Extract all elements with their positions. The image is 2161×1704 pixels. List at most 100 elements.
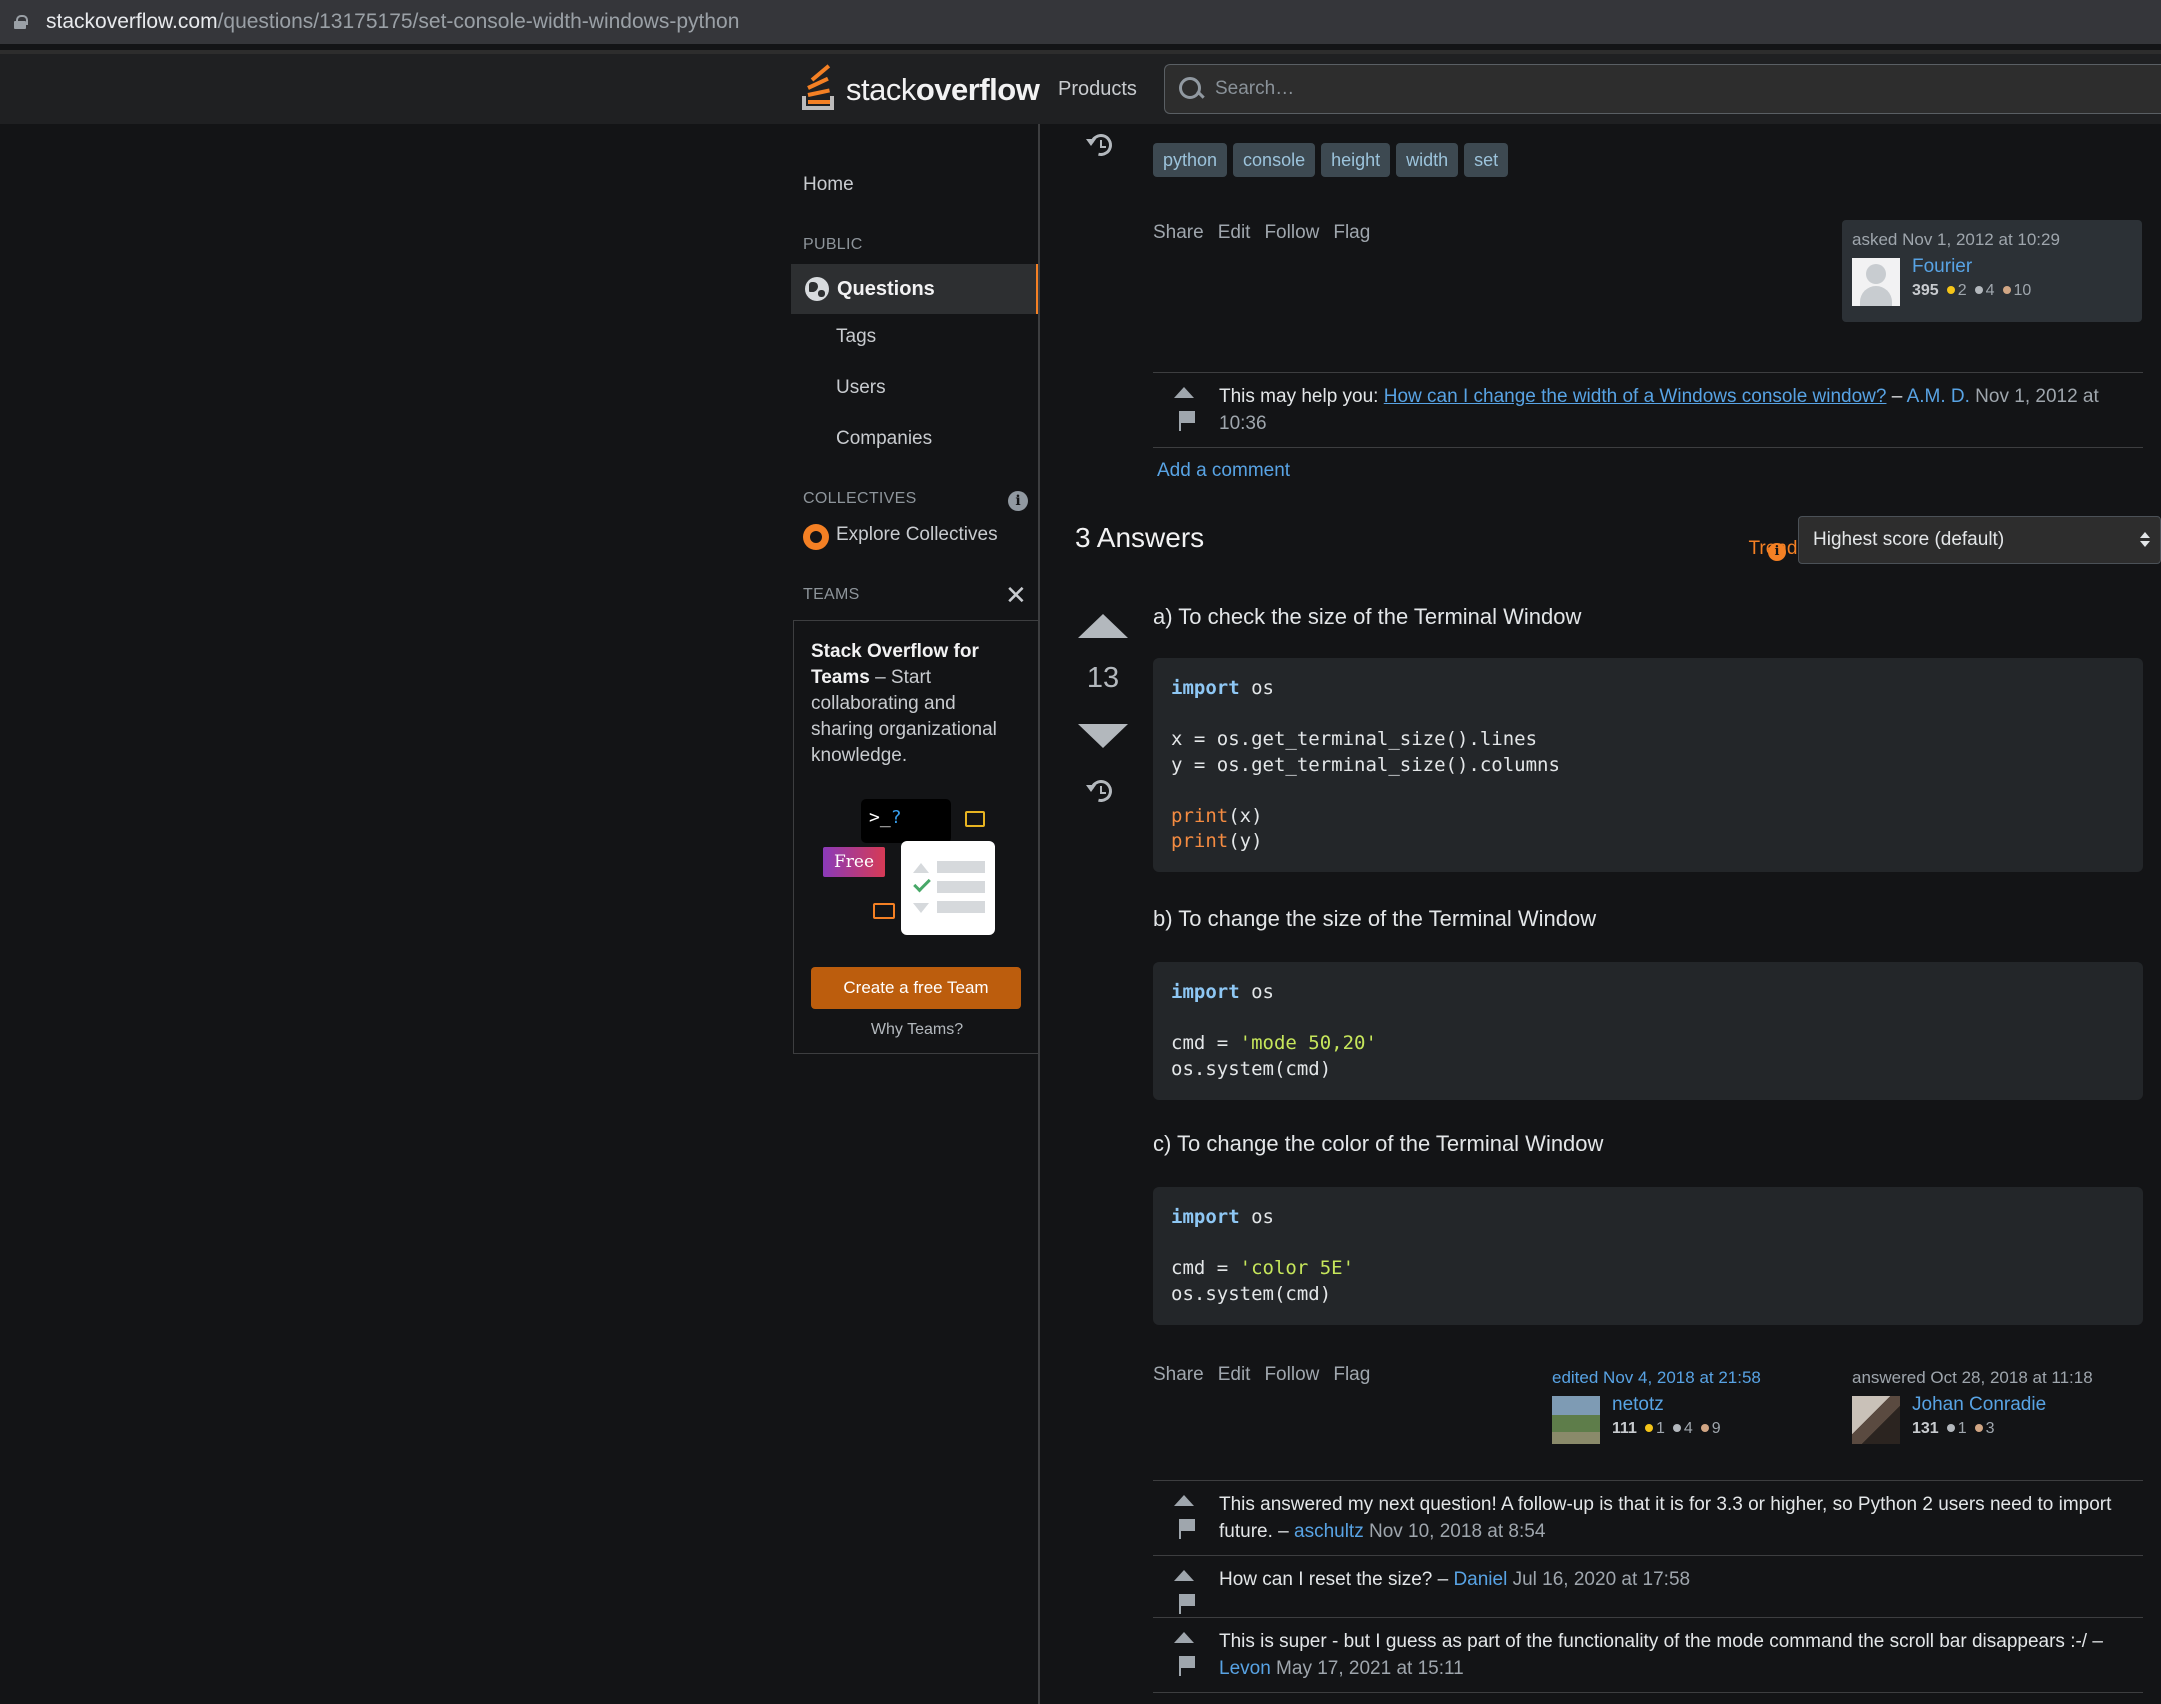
comment-user[interactable]: aschultz <box>1294 1521 1364 1542</box>
nav-questions-label: Questions <box>837 277 935 300</box>
answerer-name[interactable]: Johan Conradie <box>1912 1394 2046 1416</box>
owner-name[interactable]: Fourier <box>1912 256 1972 278</box>
downvote-icon[interactable] <box>1078 724 1128 748</box>
chat-bubble-icon <box>873 903 895 919</box>
nav-tags[interactable]: Tags <box>836 326 876 348</box>
follow-link[interactable]: Follow <box>1264 222 1319 244</box>
comment: How can I reset the size? – Daniel Jul 1… <box>1153 1555 2143 1617</box>
nav-explore-collectives[interactable]: Explore Collectives <box>836 524 998 546</box>
edit-link[interactable]: Edit <box>1218 222 1251 244</box>
comment-link[interactable]: How can I change the width of a Windows … <box>1384 386 1887 407</box>
avatar[interactable] <box>1852 1396 1900 1444</box>
search-input[interactable] <box>1215 78 2015 100</box>
tag-height[interactable]: height <box>1321 143 1391 177</box>
answer-post-menu: Share Edit Follow Flag <box>1153 1364 1370 1386</box>
follow-link[interactable]: Follow <box>1264 1364 1319 1386</box>
flag-icon[interactable] <box>1179 1594 1195 1614</box>
edit-link[interactable]: Edit <box>1218 1364 1251 1386</box>
products-menu[interactable]: Products <box>1058 78 1137 101</box>
upvote-icon[interactable] <box>1078 614 1128 638</box>
share-link[interactable]: Share <box>1153 222 1204 244</box>
answer-paragraph: a) To check the size of the Terminal Win… <box>1153 604 1582 629</box>
comment-user[interactable]: Levon <box>1219 1658 1271 1679</box>
upvote-comment-icon[interactable] <box>1174 387 1194 398</box>
teams-illustration: >_? Free <box>819 799 1019 939</box>
nav-questions[interactable]: Questions <box>791 264 1039 314</box>
info-icon[interactable]: i <box>1008 491 1028 511</box>
code-block: import os cmd = 'color 5E' os.system(cmd… <box>1153 1187 2143 1325</box>
owner-reputation: 395 2 4 10 <box>1912 282 2032 299</box>
nav-users[interactable]: Users <box>836 377 886 399</box>
checklist-card-icon <box>901 841 995 935</box>
answer-paragraph: b) To change the size of the Terminal Wi… <box>1153 906 1597 931</box>
vote-count: 13 <box>1086 662 1120 694</box>
flag-link[interactable]: Flag <box>1333 1364 1370 1386</box>
upvote-comment-icon[interactable] <box>1174 1632 1194 1643</box>
editor-card: edited Nov 4, 2018 at 21:58 netotz 111 1… <box>1542 1358 1802 1448</box>
free-badge: Free <box>823 847 885 877</box>
section-public: PUBLIC <box>803 236 863 253</box>
asked-date: asked Nov 1, 2012 at 10:29 <box>1852 230 2060 249</box>
nav-companies[interactable]: Companies <box>836 428 932 450</box>
chat-bubble-icon <box>965 811 985 827</box>
info-icon[interactable]: i <box>1768 543 1786 561</box>
section-teams: TEAMS <box>803 586 860 603</box>
answerer-reputation: 131 1 3 <box>1912 1420 1995 1437</box>
create-team-button[interactable]: Create a free Team <box>811 967 1021 1009</box>
stackoverflow-logo[interactable]: stackoverflow <box>800 64 1040 112</box>
terminal-icon: >_? <box>861 799 951 843</box>
tag-set[interactable]: set <box>1464 143 1509 177</box>
sort-select[interactable]: Highest score (default) <box>1798 516 2161 564</box>
question-comments: This may help you: How can I change the … <box>1153 372 2143 448</box>
question-tags: python console height width set <box>1153 143 1509 177</box>
answerer-card: answered Oct 28, 2018 at 11:18 Johan Con… <box>1842 1358 2102 1448</box>
edited-date[interactable]: edited Nov 4, 2018 at 21:58 <box>1552 1368 1761 1388</box>
nav-home[interactable]: Home <box>803 174 854 196</box>
url-host: stackoverflow.com <box>46 10 218 33</box>
search-icon <box>1177 75 1205 103</box>
close-icon[interactable]: ✕ <box>1005 582 1027 608</box>
code-block: import os x = os.get_terminal_size().lin… <box>1153 658 2143 872</box>
url-text[interactable]: stackoverflow.com/questions/13175175/set… <box>46 10 739 34</box>
tag-width[interactable]: width <box>1396 143 1459 177</box>
upvote-comment-icon[interactable] <box>1174 1570 1194 1581</box>
comment: This answered my next question! A follow… <box>1153 1480 2143 1555</box>
url-path: /questions/13175175/set-console-width-wi… <box>217 10 740 33</box>
globe-icon <box>805 277 829 301</box>
search-box[interactable] <box>1164 64 2161 114</box>
avatar[interactable] <box>1852 258 1900 306</box>
share-link[interactable]: Share <box>1153 1364 1204 1386</box>
flag-link[interactable]: Flag <box>1333 222 1370 244</box>
browser-url-bar[interactable]: stackoverflow.com/questions/13175175/set… <box>0 0 2161 44</box>
answer-comments: This answered my next question! A follow… <box>1153 1480 2143 1693</box>
answered-date: answered Oct 28, 2018 at 11:18 <box>1852 1368 2093 1387</box>
comment-user[interactable]: A.M. D. <box>1907 386 1970 407</box>
comment-user[interactable]: Daniel <box>1453 1569 1507 1590</box>
answers-count: 3 Answers <box>1075 522 1205 553</box>
code-block: import os cmd = 'mode 50,20' os.system(c… <box>1153 962 2143 1100</box>
teams-promo-text: Stack Overflow for Teams – Start collabo… <box>811 641 997 766</box>
editor-name[interactable]: netotz <box>1612 1394 1664 1416</box>
flag-icon[interactable] <box>1179 411 1195 431</box>
upvote-comment-icon[interactable] <box>1174 1495 1194 1506</box>
flag-icon[interactable] <box>1179 1656 1195 1676</box>
section-collectives: COLLECTIVES <box>803 490 917 507</box>
top-navigation: stackoverflow Products <box>0 50 2161 124</box>
flag-icon[interactable] <box>1179 1519 1195 1539</box>
avatar[interactable] <box>1552 1396 1600 1444</box>
add-comment-link[interactable]: Add a comment <box>1157 460 1290 482</box>
history-icon[interactable] <box>1085 775 1117 807</box>
logo-wordmark: stackoverflow <box>846 72 1040 107</box>
comment: This is super - but I guess as part of t… <box>1153 1617 2143 1693</box>
tag-python[interactable]: python <box>1153 143 1228 177</box>
comment: This may help you: How can I change the … <box>1153 372 2143 448</box>
collectives-icon <box>803 524 829 550</box>
history-icon[interactable] <box>1085 129 1117 161</box>
lock-icon <box>14 15 28 29</box>
select-caret-icon <box>2140 532 2150 548</box>
tag-console[interactable]: console <box>1233 143 1316 177</box>
teams-promo: Stack Overflow for Teams – Start collabo… <box>793 620 1039 1054</box>
why-teams-link[interactable]: Why Teams? <box>794 1021 1040 1039</box>
answer-paragraph: c) To change the color of the Terminal W… <box>1153 1131 1604 1156</box>
question-post-menu: Share Edit Follow Flag <box>1153 222 1370 244</box>
